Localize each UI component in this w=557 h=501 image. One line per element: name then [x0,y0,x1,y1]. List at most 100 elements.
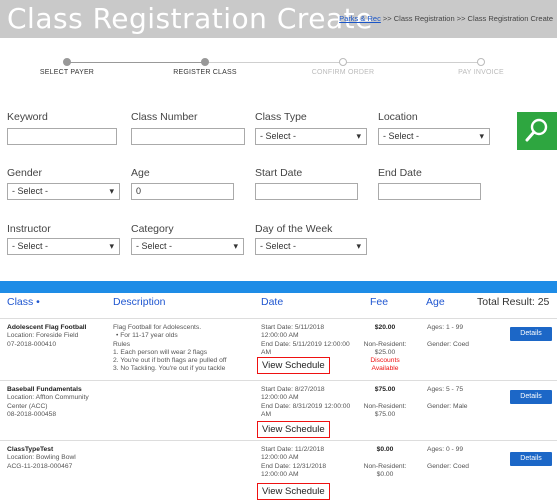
age-input[interactable]: 0 [131,183,234,200]
step-dot [201,58,209,66]
description-line: • For 11-17 year olds [116,332,178,340]
nonresident-fee: $0.00 [376,470,394,478]
start-time: 12:00:00 AM [261,332,299,340]
class-cell: ClassTypeTest Location: Bowling Bowl ACG… [7,446,107,471]
class-cell: Baseball Fundamentals Location: Affton C… [7,386,107,419]
step-confirm-order: CONFIRM ORDER [283,56,403,76]
instructor-label: Instructor [7,223,51,235]
start-date-input[interactable] [255,183,358,200]
keyword-label: Keyword [7,111,48,123]
step-label: SELECT PAYER [39,69,95,76]
class-code: 07-2018-000410 [7,340,57,348]
date-cell: Start Date: 11/2/2018 12:00:00 AM End Da… [261,446,371,479]
page-header: Class Registration Create Parks & Rec >>… [0,0,557,38]
end-date: End Date: 5/11/2019 12:00:00 [261,340,350,348]
search-button[interactable] [517,112,557,150]
class-location: Location: Bowling Bowl [7,454,76,462]
end-time: AM [261,348,272,356]
description-line: 2. You're out if both flags are pulled o… [113,357,227,365]
start-date: Start Date: 8/27/2018 [261,386,325,393]
end-date: End Date: 12/31/2018 [261,462,327,470]
column-header-fee[interactable]: Fee [370,296,388,308]
step-register-class: REGISTER CLASS [145,56,265,76]
nonresident-label: Non-Resident: [363,402,407,410]
nonresident-label: Non-Resident: [363,462,407,470]
date-cell: Start Date: 5/11/2018 12:00:00 AM End Da… [261,324,371,357]
class-code: ACG-11-2018-000467 [7,462,73,470]
category-label: Category [131,223,174,235]
date-cell: Start Date: 8/27/2018 12:00:00 AM End Da… [261,386,371,419]
description-line: Rules [113,340,131,348]
table-row: Adolescent Flag Football Location: Fores… [0,318,557,380]
age-range: Ages: 1 - 99 [427,324,464,331]
view-schedule-button[interactable]: View Schedule [257,483,330,500]
location-label: Location [378,111,418,123]
view-schedule-button[interactable]: View Schedule [257,421,330,438]
discount-link-2[interactable]: Available [371,365,398,372]
total-results: Total Result: 25 [477,296,550,308]
search-icon [525,118,548,142]
age-range: Ages: 0 - 99 [427,446,464,453]
fee-cell: $0.00 Non-Resident: $0.00 [356,446,414,479]
age-cell: Ages: 1 - 99 Gender: Coed [427,324,502,349]
details-button[interactable]: Details [510,390,552,404]
class-number-label: Class Number [131,111,198,123]
column-header-description[interactable]: Description [113,296,166,308]
discount-link[interactable]: Discounts [370,357,399,364]
class-code: 08-2018-000458 [7,410,57,418]
gender-label: Gender [7,167,43,179]
details-button[interactable]: Details [510,452,552,466]
fee-cell: $20.00 Non-Resident: $25.00 Discounts Av… [356,324,414,374]
age-label: Age [131,167,150,179]
start-date: Start Date: 11/2/2018 [261,446,325,453]
gender-value: Gender: Male [427,402,468,410]
breadcrumb-parks-link[interactable]: Parks & Rec [339,14,381,23]
class-name: Baseball Fundamentals [7,386,82,393]
end-date: End Date: 8/31/2019 12:00:00 [261,402,351,410]
end-time: AM [261,410,272,418]
resident-fee: $75.00 [374,386,396,393]
nonresident-fee: $75.00 [374,410,396,418]
results-header-bar [0,281,557,293]
end-date-input[interactable] [378,183,481,200]
step-dot [339,58,347,66]
class-number-input[interactable] [131,128,245,145]
step-dot [63,58,71,66]
end-date-label: End Date [378,167,422,179]
location-select[interactable]: - Select - [378,128,490,145]
keyword-input[interactable] [7,128,117,145]
gender-select[interactable]: - Select - [7,183,120,200]
day-of-week-select[interactable]: - Select - [255,238,367,255]
class-location-2: Center (ACC) [7,402,48,410]
description-line: 1. Each person will wear 2 flags [113,348,208,356]
age-cell: Ages: 0 - 99 Gender: Coed [427,446,502,471]
age-range: Ages: 5 - 75 [427,386,464,393]
gender-value: Gender: Coed [427,340,470,348]
breadcrumb-trail: >> Class Registration >> Class Registrat… [380,14,553,23]
class-name: Adolescent Flag Football [7,324,87,331]
instructor-select[interactable]: - Select - [7,238,120,255]
description-cell: Flag Football for Adolescents. • For 11-… [113,324,253,374]
fee-cell: $75.00 Non-Resident: $75.00 [356,386,414,419]
start-time: 12:00:00 AM [261,394,299,402]
class-type-select[interactable]: - Select - [255,128,367,145]
column-header-age[interactable]: Age [426,296,445,308]
class-location: Location: Affton Community [7,394,89,402]
class-name: ClassTypeTest [7,446,54,453]
class-cell: Adolescent Flag Football Location: Fores… [7,324,107,349]
nonresident-fee: $25.00 [374,348,396,356]
resident-fee: $20.00 [374,324,396,331]
category-select[interactable]: - Select - [131,238,244,255]
view-schedule-button[interactable]: View Schedule [257,357,330,374]
step-select-payer: SELECT PAYER [7,56,127,76]
table-row: Baseball Fundamentals Location: Affton C… [0,380,557,440]
column-header-class[interactable]: Class • [7,296,40,308]
details-button[interactable]: Details [510,327,552,341]
step-label: PAY INVOICE [458,69,504,76]
step-pay-invoice: PAY INVOICE [421,56,541,76]
gender-value: Gender: Coed [427,462,470,470]
wizard-steps: SELECT PAYER REGISTER CLASS CONFIRM ORDE… [0,56,557,86]
table-row: ClassTypeTest Location: Bowling Bowl ACG… [0,440,557,501]
column-header-date[interactable]: Date [261,296,283,308]
step-dot [477,58,485,66]
